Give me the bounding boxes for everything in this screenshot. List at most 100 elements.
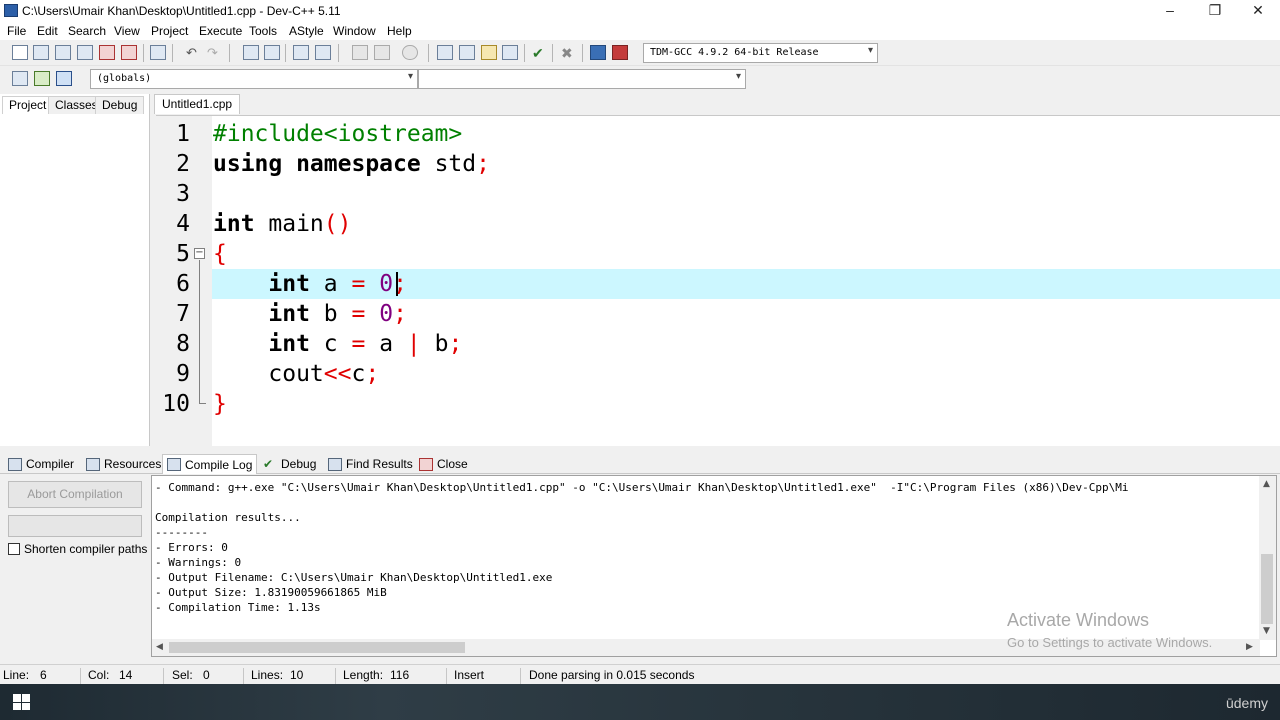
editor-tab-untitled1[interactable]: Untitled1.cpp (154, 94, 241, 114)
fold-collapse-icon[interactable]: − (194, 248, 205, 259)
log-line: - Warnings: 0 (155, 556, 242, 569)
tab-compile-log[interactable]: Compile Log (162, 454, 258, 474)
goto-function-icon[interactable] (315, 45, 331, 60)
compile-progress-bar (8, 515, 142, 537)
menu-view[interactable]: View (114, 24, 140, 38)
goto-icon[interactable] (34, 71, 50, 86)
profile-chart-icon[interactable] (590, 45, 606, 60)
tab-close-panel[interactable]: Close (415, 454, 472, 474)
code-line-7: 7 int b = 0; (156, 299, 1280, 329)
shorten-paths-label: Shorten compiler paths (24, 542, 148, 556)
menu-window[interactable]: Window (333, 24, 376, 38)
scroll-up-icon[interactable]: ▲ (1263, 479, 1270, 489)
menu-project[interactable]: Project (151, 24, 188, 38)
goto-line-icon[interactable] (293, 45, 309, 60)
log-vertical-scrollbar[interactable]: ▲ ▼ (1259, 476, 1276, 640)
symbol: ; (393, 301, 407, 327)
number: 0 (379, 271, 394, 297)
menu-edit[interactable]: Edit (37, 24, 58, 38)
chevron-down-icon: ▾ (407, 71, 413, 82)
class-browser-icon[interactable] (502, 45, 518, 60)
close-all-icon[interactable] (121, 45, 137, 60)
windows-start-icon[interactable] (13, 694, 30, 710)
watermark-title: Activate Windows (1007, 610, 1150, 630)
status-col-label: Col: (88, 668, 110, 682)
window-icon[interactable] (459, 45, 475, 60)
keyword: int (213, 211, 255, 237)
scroll-down-icon[interactable]: ▼ (1263, 626, 1270, 636)
code-line-8: 8 int c = a | b; (156, 329, 1280, 359)
status-lines-value: 10 (290, 668, 304, 682)
close-window-button[interactable]: ✕ (1235, 0, 1280, 22)
main-toolbar: ↶ ↷ ✔ ✖ TDM-GCC 4.9.2 64-bit Release ▾ (0, 40, 1280, 66)
menu-tools[interactable]: Tools (249, 24, 277, 38)
scope-select[interactable]: (globals) ▾ (90, 69, 418, 89)
scroll-right-icon[interactable]: ▶ (1246, 642, 1253, 652)
abort-compilation-button[interactable]: Abort Compilation (8, 481, 142, 508)
indent-icon[interactable] (352, 45, 368, 60)
tab-resources[interactable]: Resources (82, 454, 165, 474)
code-line-4: 4 int main() (156, 209, 1280, 239)
replace-icon[interactable] (264, 45, 280, 60)
print-icon[interactable] (150, 45, 166, 60)
identifier: cout (268, 361, 324, 387)
tab-compiler[interactable]: Compiler (4, 454, 78, 474)
restore-button[interactable]: ❐ (1192, 0, 1238, 22)
scrollbar-thumb[interactable] (1261, 554, 1273, 624)
member-select[interactable]: ▾ (418, 69, 746, 89)
symbol: ; (448, 331, 463, 357)
new-project-icon[interactable] (481, 45, 497, 60)
compiler-select[interactable]: TDM-GCC 4.9.2 64-bit Release ▾ (643, 43, 878, 63)
new-file-icon[interactable] (12, 45, 28, 60)
resources-icon (86, 457, 100, 471)
status-message: Done parsing in 0.015 seconds (529, 668, 695, 682)
code-editor[interactable]: 1 #include<iostream> 2 using namespace s… (156, 115, 1280, 447)
line-number: 9 (176, 361, 190, 387)
tab-find-results[interactable]: Find Results (324, 454, 417, 474)
log-line: - Output Filename: C:\Users\Umair Khan\D… (155, 571, 553, 584)
open-file-icon[interactable] (33, 45, 49, 60)
save-all-icon[interactable] (77, 45, 93, 60)
menu-file[interactable]: File (7, 24, 26, 38)
unindent-icon[interactable] (374, 45, 390, 60)
tile-icon[interactable] (437, 45, 453, 60)
compiler-icon (8, 457, 22, 471)
close-file-icon[interactable] (99, 45, 115, 60)
tab-project[interactable]: Project (2, 96, 54, 114)
stop-execution-icon[interactable]: ✖ (561, 45, 577, 61)
undo-icon[interactable]: ↶ (186, 45, 202, 60)
checkbox-box[interactable] (8, 543, 20, 555)
scroll-left-icon[interactable]: ◀ (156, 642, 163, 652)
text-caret (396, 272, 398, 296)
window-title: C:\Users\Umair Khan\Desktop\Untitled1.cp… (22, 4, 341, 18)
redo-icon[interactable]: ↷ (207, 45, 223, 60)
menu-search[interactable]: Search (68, 24, 106, 38)
chevron-down-icon: ▾ (867, 45, 873, 56)
delete-profile-icon[interactable] (612, 45, 628, 60)
log-line: Compilation results... (155, 511, 301, 524)
keyword: using namespace (213, 151, 421, 177)
code-line-5: 5 { (156, 239, 1280, 269)
code-line-1: 1 #include<iostream> (156, 119, 1280, 149)
save-icon[interactable] (55, 45, 71, 60)
check-syntax-icon[interactable]: ✔ (532, 45, 548, 61)
symbol: ; (476, 151, 490, 177)
minimize-button[interactable]: – (1147, 0, 1193, 22)
identifier: b (309, 301, 352, 327)
menu-help[interactable]: Help (387, 24, 412, 38)
menu-execute[interactable]: Execute (199, 24, 242, 38)
identifier: b (420, 331, 449, 357)
menu-astyle[interactable]: AStyle (289, 24, 324, 38)
tab-debug[interactable]: Debug (95, 96, 145, 114)
find-icon[interactable] (243, 45, 259, 60)
bottom-panel-tabs: Compiler Resources Compile Log ✔ Debug Fi… (0, 452, 1280, 474)
insert-icon[interactable] (12, 71, 28, 86)
code-line-6: 6 int a = 0; (156, 269, 1280, 299)
scrollbar-thumb[interactable] (169, 642, 465, 653)
line-number: 7 (176, 301, 190, 327)
toggle-comment-icon[interactable] (402, 45, 418, 60)
keyword: int (268, 301, 310, 327)
shorten-paths-checkbox[interactable]: Shorten compiler paths (8, 542, 147, 556)
tab-debug-bottom[interactable]: ✔ Debug (259, 454, 320, 474)
bookmark-icon[interactable] (56, 71, 72, 86)
